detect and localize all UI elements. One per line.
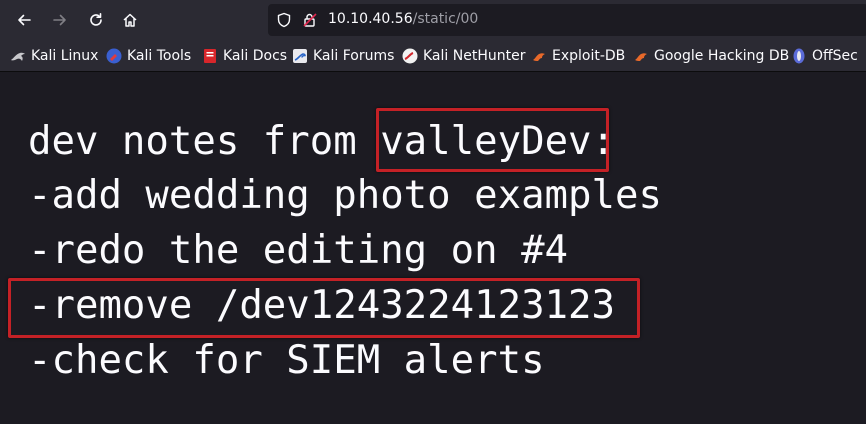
offsec-icon bbox=[793, 48, 805, 64]
kali-forums-icon bbox=[293, 49, 307, 63]
bookmark-label: Kali Forums bbox=[313, 48, 395, 64]
forward-arrow-icon bbox=[53, 14, 66, 26]
home-icon bbox=[123, 13, 137, 27]
address-bar[interactable]: 10.10.40.56/static/00 bbox=[268, 4, 866, 36]
note-line-2: -add wedding photo examples bbox=[28, 173, 662, 218]
bookmark-offsec[interactable]: OffSec bbox=[791, 46, 858, 66]
home-button[interactable] bbox=[118, 8, 142, 32]
kali-docs-icon bbox=[204, 49, 216, 63]
bookmark-label: Exploit-DB bbox=[552, 48, 626, 64]
reload-button[interactable] bbox=[84, 8, 108, 32]
exploit-db-icon bbox=[533, 53, 545, 61]
page-content: dev notes from valleyDev: -add wedding p… bbox=[0, 73, 866, 424]
bookmark-kali-nethunter[interactable]: Kali NetHunter bbox=[402, 46, 525, 66]
url-path: /static/00 bbox=[412, 11, 479, 27]
bookmark-kali-forums[interactable]: Kali Forums bbox=[292, 46, 394, 66]
highlight-box-hidden-path bbox=[8, 278, 640, 338]
bookmark-exploit-db[interactable]: Exploit-DB bbox=[531, 46, 625, 66]
forward-button[interactable] bbox=[48, 8, 72, 32]
tracking-protection-shield-icon[interactable] bbox=[276, 12, 292, 32]
back-button[interactable] bbox=[12, 8, 36, 32]
url-text[interactable]: 10.10.40.56/static/00 bbox=[328, 11, 478, 27]
back-arrow-icon bbox=[18, 14, 31, 26]
bookmark-label: Google Hacking DB bbox=[654, 48, 790, 64]
highlight-box-username bbox=[376, 108, 609, 172]
bookmark-kali-tools[interactable]: Kali Tools bbox=[106, 46, 191, 66]
browser-toolbar: 10.10.40.56/static/00 bbox=[0, 0, 866, 40]
bookmark-google-hacking-db[interactable]: Google Hacking DB bbox=[633, 46, 789, 66]
bookmarks-toolbar: Kali Linux Kali Tools Kali Docs Kali For… bbox=[0, 40, 866, 72]
insecure-lock-icon[interactable] bbox=[302, 12, 318, 32]
bookmark-label: Kali NetHunter bbox=[423, 48, 526, 64]
kali-dragon-icon bbox=[11, 52, 25, 61]
bookmark-label: Kali Tools bbox=[127, 48, 192, 64]
ghdb-icon bbox=[635, 53, 647, 61]
bookmark-kali-linux[interactable]: Kali Linux bbox=[10, 46, 98, 66]
kali-tools-icon bbox=[106, 48, 122, 64]
bookmark-label: Kali Docs bbox=[223, 48, 288, 64]
reload-icon bbox=[90, 13, 102, 26]
note-line-5: -check for SIEM alerts bbox=[28, 338, 545, 383]
nethunter-icon bbox=[402, 48, 418, 64]
note-text: dev notes from bbox=[28, 119, 381, 164]
bookmark-label: OffSec bbox=[812, 48, 858, 64]
url-host: 10.10.40.56 bbox=[328, 11, 413, 27]
note-line-3: -redo the editing on #4 bbox=[28, 228, 569, 273]
bookmark-label: Kali Linux bbox=[31, 48, 99, 64]
bookmark-kali-docs[interactable]: Kali Docs bbox=[202, 46, 287, 66]
